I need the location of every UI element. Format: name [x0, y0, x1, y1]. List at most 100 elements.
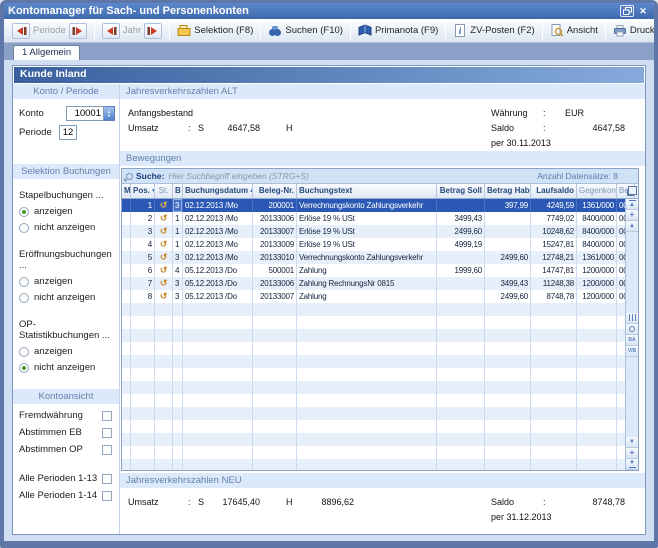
- periode-input[interactable]: [59, 125, 77, 140]
- cell-st: ↺: [155, 433, 173, 446]
- table-row-empty[interactable]: ↺: [122, 420, 638, 433]
- scrollbar-search-button[interactable]: [626, 324, 638, 335]
- table-row-empty[interactable]: ↺: [122, 381, 638, 394]
- column-header-b[interactable]: B: [173, 184, 183, 198]
- radio-eroeffnung-anzeigen[interactable]: anzeigen: [13, 276, 119, 287]
- table-row[interactable]: 6 ↺ 4 05.12.2013 /Do 500001 Zahlung 1999…: [122, 264, 638, 277]
- vb-icon: V/B: [628, 348, 636, 354]
- table-row-empty[interactable]: ↺: [122, 303, 638, 316]
- cell-betrag-soll: 4999,19: [437, 238, 485, 251]
- table-row-empty[interactable]: ↺: [122, 355, 638, 368]
- cell-beleg-nr: [253, 355, 297, 368]
- radio-op-nicht-anzeigen[interactable]: nicht anzeigen: [13, 362, 119, 373]
- radio-eroeffnung-nicht-anzeigen[interactable]: nicht anzeigen: [13, 292, 119, 303]
- cell-b: [173, 355, 183, 368]
- checkbox-fremdwaehrung[interactable]: Fremdwährung: [13, 410, 119, 421]
- cell-pos: [131, 303, 155, 316]
- scrollbar-vb-button[interactable]: V/B: [626, 346, 638, 357]
- table-row-empty[interactable]: ↺: [122, 459, 638, 470]
- selektion-button[interactable]: Selektion (F8): [173, 22, 257, 39]
- scroll-last-row-button[interactable]: ▼: [626, 459, 638, 470]
- scrollbar-ba-button[interactable]: BA: [626, 335, 638, 346]
- table-row-empty[interactable]: ↺: [122, 342, 638, 355]
- cell-beleg-nr: [253, 446, 297, 459]
- ansicht-button[interactable]: Ansicht: [546, 22, 602, 39]
- next-arrow-icon: [72, 26, 84, 36]
- table-row[interactable]: 5 ↺ 3 02.12.2013 /Mo 20133010 Verrechnun…: [122, 251, 638, 264]
- scroll-down-button[interactable]: ▼: [626, 437, 638, 448]
- cell-gegenkonto: [577, 459, 617, 470]
- scroll-up-button[interactable]: ▲: [626, 221, 638, 232]
- saldo-neu-value: 8748,78: [565, 495, 625, 510]
- cell-beleg-nr: [253, 329, 297, 342]
- radio-stapel-nicht-anzeigen[interactable]: nicht anzeigen: [13, 222, 119, 233]
- scrollbar-columns-button[interactable]: [626, 313, 638, 324]
- jahr-next-button[interactable]: [144, 23, 162, 39]
- table-row-empty[interactable]: ↺: [122, 368, 638, 381]
- checkbox-alle-perioden-14[interactable]: Alle Perioden 1-14: [13, 490, 119, 501]
- radio-stapel-anzeigen[interactable]: anzeigen: [13, 206, 119, 217]
- checkbox-abstimmen-op[interactable]: Abstimmen OP: [13, 444, 119, 455]
- periode-next-button[interactable]: [69, 23, 87, 39]
- colon: :: [543, 106, 565, 121]
- checkbox-abstimmen-eb[interactable]: Abstimmen EB: [13, 427, 119, 438]
- scroll-plus-down-button[interactable]: +: [626, 448, 638, 459]
- cell-laufsaldo: 15247,81: [531, 238, 577, 251]
- cell-beleg-nr: [253, 381, 297, 394]
- cell-beleg-nr: 20133006: [253, 212, 297, 225]
- column-header-haben[interactable]: Betrag Haben: [485, 184, 531, 198]
- cell-b: 3: [173, 277, 183, 290]
- column-header-m[interactable]: M: [122, 184, 131, 198]
- table-row[interactable]: 4 ↺ 1 02.12.2013 /Mo 20133009 Erlöse 19 …: [122, 238, 638, 251]
- cell-buchungsdatum: [183, 303, 253, 316]
- cell-laufsaldo: 4249,59: [531, 199, 577, 212]
- soll-indicator: S: [198, 495, 212, 510]
- scroll-first-row-button[interactable]: ▲: [626, 199, 638, 210]
- konto-input[interactable]: [66, 106, 104, 121]
- table-row-empty[interactable]: ↺: [122, 394, 638, 407]
- column-header-laufsaldo[interactable]: Laufsaldo: [531, 184, 577, 198]
- table-row[interactable]: 3 ↺ 1 02.12.2013 /Mo 20133007 Erlöse 19 …: [122, 225, 638, 238]
- table-row[interactable]: 2 ↺ 1 02.12.2013 /Mo 20133006 Erlöse 19 …: [122, 212, 638, 225]
- search-input[interactable]: [168, 171, 531, 181]
- checkbox-alle-perioden-13[interactable]: Alle Perioden 1-13: [13, 473, 119, 484]
- column-header-soll[interactable]: Betrag Soll: [437, 184, 485, 198]
- table-row[interactable]: 1 ↺ 3 02.12.2013 /Mo 200001 Verrechnungs…: [122, 199, 638, 212]
- cell-st: ↺: [155, 316, 173, 329]
- column-chooser-icon[interactable]: [628, 186, 637, 195]
- column-header-gegenkonto[interactable]: Gegenkonto: [577, 184, 617, 198]
- column-header-st[interactable]: St.: [155, 184, 173, 198]
- zv-posten-button[interactable]: i ZV-Posten (F2): [449, 22, 538, 39]
- toolbar-separator: [260, 22, 261, 40]
- periode-prev-button[interactable]: [12, 23, 30, 39]
- drucken-button[interactable]: Drucken: [609, 22, 658, 39]
- primanota-button[interactable]: Primanota (F9): [354, 22, 442, 39]
- column-header-beleg[interactable]: Beleg-Nr.: [253, 184, 297, 198]
- table-row-empty[interactable]: ↺: [122, 316, 638, 329]
- cell-betrag-haben: [485, 381, 531, 394]
- column-header-text[interactable]: Buchungstext: [297, 184, 437, 198]
- cell-gegenkonto: 8400/000: [577, 212, 617, 225]
- vertical-scrollbar: ▲ + ▲ BA V/B ▼ + ▼: [625, 199, 638, 470]
- table-row-empty[interactable]: ↺: [122, 433, 638, 446]
- table-row[interactable]: 7 ↺ 3 05.12.2013 /Do 20133006 Zahlung Re…: [122, 277, 638, 290]
- cell-gegenkonto: 8400/000: [577, 238, 617, 251]
- cell-st: ↺: [155, 238, 173, 251]
- table-row[interactable]: 8 ↺ 3 05.12.2013 /Do 20133007 Zahlung 24…: [122, 290, 638, 303]
- column-header-pos[interactable]: Pos.▼: [131, 184, 155, 198]
- table-row-empty[interactable]: ↺: [122, 407, 638, 420]
- table-row-empty[interactable]: ↺: [122, 329, 638, 342]
- restore-window-button[interactable]: [620, 5, 634, 17]
- suchen-button[interactable]: Suchen (F10): [264, 22, 347, 39]
- konto-spinner[interactable]: ▲▼: [104, 106, 115, 121]
- column-header-datum[interactable]: Buchungsdatum▲: [183, 184, 253, 198]
- scroll-plus-up-button[interactable]: +: [626, 210, 638, 221]
- radio-op-anzeigen[interactable]: anzeigen: [13, 346, 119, 357]
- close-window-button[interactable]: ✕: [636, 5, 650, 17]
- cell-m: [122, 407, 131, 420]
- checkbox-indicator: [102, 491, 112, 501]
- jahr-prev-button[interactable]: [102, 23, 120, 39]
- table-row-empty[interactable]: ↺: [122, 446, 638, 459]
- tab-allgemein[interactable]: 1 Allgemein: [13, 45, 80, 60]
- konto-label: Konto: [19, 108, 66, 119]
